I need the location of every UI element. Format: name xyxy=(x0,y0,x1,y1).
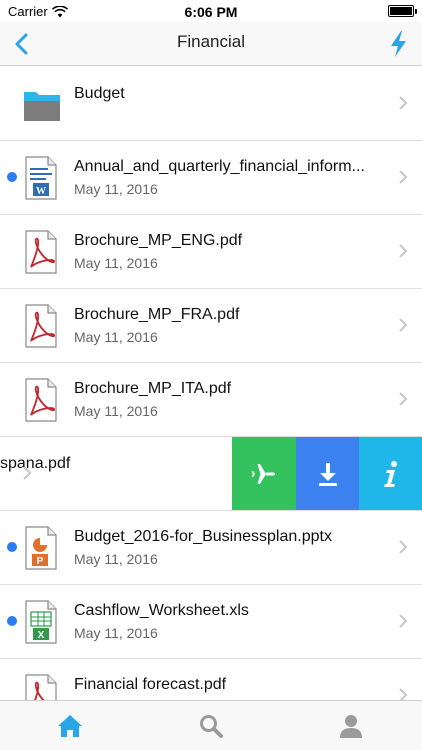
tab-home[interactable] xyxy=(40,709,100,743)
profile-icon xyxy=(340,715,362,738)
list-item[interactable]: Budget xyxy=(0,67,422,141)
folder-icon xyxy=(24,92,60,121)
item-date: May 11, 2016 xyxy=(74,551,158,567)
swiped-row-content[interactable]: spana.pdf xyxy=(0,437,234,510)
svg-text:W: W xyxy=(36,186,46,197)
info-icon xyxy=(383,461,397,487)
pdf-document-icon xyxy=(25,230,57,274)
quick-action-button[interactable] xyxy=(384,28,412,60)
tab-bar xyxy=(0,700,422,750)
unread-indicator xyxy=(7,172,17,182)
item-name: Budget xyxy=(74,85,125,102)
offline-button[interactable] xyxy=(232,437,296,510)
list-item[interactable]: Brochure_MP_ITA.pdf May 11, 2016 xyxy=(0,363,422,437)
chevron-right-icon xyxy=(399,318,408,332)
info-button[interactable] xyxy=(359,437,422,510)
svg-text:P: P xyxy=(37,556,44,567)
status-right xyxy=(388,5,417,17)
chevron-right-icon xyxy=(399,614,408,628)
list-item[interactable]: X Cashflow_Worksheet.xls May 11, 2016 xyxy=(0,585,422,659)
list-item[interactable]: Brochure_MP_FRA.pdf May 11, 2016 xyxy=(0,289,422,363)
status-time: 6:06 PM xyxy=(184,4,238,20)
list-item[interactable]: W Annual_and_quarterly_financial_inform.… xyxy=(0,141,422,215)
home-icon xyxy=(58,715,82,737)
item-name: Brochure_MP_ITA.pdf xyxy=(74,380,232,397)
navigation-bar: Financial xyxy=(0,22,422,66)
chevron-right-icon xyxy=(399,96,408,110)
list-item-swiped[interactable]: spana.pdf xyxy=(0,437,422,511)
item-name: Cashflow_Worksheet.xls xyxy=(74,602,249,619)
item-name: Financial forecast.pdf xyxy=(74,676,227,693)
chevron-right-icon xyxy=(399,392,408,406)
tab-search[interactable] xyxy=(181,709,241,743)
item-date: May 11, 2016 xyxy=(74,255,158,271)
file-list: Budget W Annual_and_quarterly_financial_… xyxy=(0,67,422,733)
search-icon xyxy=(200,715,223,738)
item-date: May 11, 2016 xyxy=(74,329,158,345)
excel-document-icon: X xyxy=(25,600,57,644)
pdf-document-icon xyxy=(25,304,57,348)
item-date: May 11, 2016 xyxy=(74,625,158,641)
download-button[interactable] xyxy=(296,437,359,510)
item-name: Brochure_MP_FRA.pdf xyxy=(74,306,240,323)
item-name: spana.pdf xyxy=(0,455,71,472)
item-name: Annual_and_quarterly_financial_inform... xyxy=(74,158,365,175)
pdf-document-icon xyxy=(25,378,57,422)
item-date: May 11, 2016 xyxy=(74,403,158,419)
airplane-icon xyxy=(251,464,275,484)
tab-profile[interactable] xyxy=(321,709,381,743)
unread-indicator xyxy=(7,542,17,552)
chevron-right-icon xyxy=(399,170,408,184)
item-date: May 11, 2016 xyxy=(74,181,158,197)
chevron-right-icon xyxy=(399,540,408,554)
chevron-right-icon xyxy=(399,244,408,258)
lightning-bolt-icon xyxy=(391,31,406,57)
status-bar: Carrier 6:06 PM xyxy=(0,0,422,22)
list-item[interactable]: P Budget_2016-for_Businessplan.pptx May … xyxy=(0,511,422,585)
svg-text:X: X xyxy=(38,630,45,641)
item-name: Brochure_MP_ENG.pdf xyxy=(74,232,243,249)
battery-icon xyxy=(388,5,417,17)
list-item[interactable]: Brochure_MP_ENG.pdf May 11, 2016 xyxy=(0,215,422,289)
item-name: Budget_2016-for_Businessplan.pptx xyxy=(74,528,332,545)
chevron-right-icon xyxy=(23,466,32,480)
swipe-actions xyxy=(232,437,422,510)
unread-indicator xyxy=(7,616,17,626)
download-icon xyxy=(318,463,337,486)
word-document-icon: W xyxy=(25,156,57,200)
page-title: Financial xyxy=(176,32,246,51)
powerpoint-document-icon: P xyxy=(25,526,57,570)
